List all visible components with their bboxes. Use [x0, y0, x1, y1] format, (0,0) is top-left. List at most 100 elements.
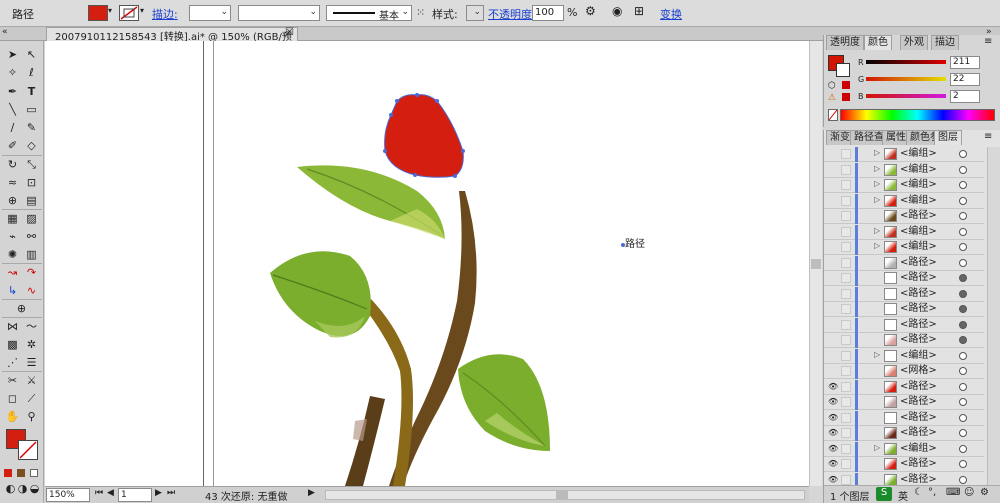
- stroke-label[interactable]: 描边:: [152, 6, 178, 22]
- moon-icon[interactable]: ☾: [914, 487, 923, 498]
- g-slider[interactable]: [866, 77, 946, 81]
- mesh-tool-icon[interactable]: ▩: [4, 337, 21, 352]
- expand-triangle-icon[interactable]: ▷: [874, 443, 880, 452]
- expand-triangle-icon[interactable]: ▷: [874, 148, 880, 157]
- layer-row[interactable]: <路径>: [824, 302, 984, 317]
- lock-toggle[interactable]: [841, 459, 851, 469]
- chevron-down-icon[interactable]: ▾: [140, 6, 144, 15]
- target-circle-icon[interactable]: [959, 227, 967, 236]
- opacity-input[interactable]: 100: [532, 5, 564, 21]
- blob-brush-tool-icon[interactable]: ✐: [4, 138, 21, 153]
- stroke-swatch[interactable]: [18, 440, 38, 460]
- layer-name[interactable]: <编组>: [900, 178, 937, 192]
- target-tool-icon[interactable]: ⊕: [13, 301, 30, 316]
- target-circle-icon[interactable]: [959, 150, 967, 158]
- b-slider[interactable]: [866, 94, 946, 98]
- layer-name[interactable]: <路径>: [900, 209, 937, 223]
- expand-triangle-icon[interactable]: ▷: [874, 350, 880, 359]
- layer-name[interactable]: <路径>: [900, 395, 937, 409]
- type-tool-icon[interactable]: T: [23, 84, 40, 99]
- lock-toggle[interactable]: [841, 164, 851, 175]
- target-circle-icon[interactable]: [959, 243, 967, 251]
- layer-row[interactable]: <路径>: [824, 209, 984, 224]
- b-value-input[interactable]: 2: [950, 90, 980, 103]
- style-icon[interactable]: ⁙: [416, 6, 425, 19]
- target-circle-icon[interactable]: [959, 289, 967, 298]
- lock-toggle[interactable]: [841, 180, 851, 190]
- align-icon[interactable]: ⊞: [634, 4, 644, 18]
- punctuation-icon[interactable]: °,: [928, 487, 936, 498]
- layer-row[interactable]: 👁 <路径>: [824, 426, 984, 441]
- visibility-eye-icon[interactable]: 👁: [828, 475, 838, 485]
- column-graph-tool-icon[interactable]: ▥: [23, 247, 40, 262]
- visibility-eye-icon[interactable]: [828, 320, 838, 330]
- layer-row[interactable]: ▷ <编组>: [824, 224, 984, 240]
- style-dropdown[interactable]: ⌄: [466, 5, 484, 21]
- keyboard-icon[interactable]: ⌨: [946, 487, 960, 498]
- tab-layers[interactable]: 图层: [934, 130, 962, 145]
- close-tab-icon[interactable]: ☒: [285, 27, 294, 38]
- twirl-tool-icon[interactable]: ✲: [23, 337, 40, 352]
- perspective-grid-tool-icon[interactable]: ▦: [4, 211, 21, 226]
- fill-color-swatch[interactable]: [88, 5, 108, 21]
- target-circle-icon[interactable]: [959, 274, 967, 282]
- visibility-eye-icon[interactable]: [828, 165, 838, 175]
- layer-row[interactable]: <路径>: [824, 333, 984, 348]
- tab-appearance[interactable]: 外观: [900, 35, 928, 50]
- layer-row[interactable]: ▷ <编组>: [824, 240, 984, 255]
- envelope-tool-icon[interactable]: ⋈: [4, 319, 21, 334]
- layer-row[interactable]: ▷ <编组>: [824, 147, 984, 162]
- ime-language[interactable]: 英: [898, 488, 908, 503]
- pen-tool-icon[interactable]: ✒: [4, 84, 21, 99]
- current-stroke-swatch[interactable]: [836, 63, 850, 77]
- visibility-eye-icon[interactable]: 👁: [828, 397, 838, 407]
- lock-toggle[interactable]: [841, 381, 851, 392]
- g-value-input[interactable]: 22: [950, 73, 980, 86]
- out-of-web-swatch[interactable]: [842, 81, 850, 89]
- collapse-arrows-icon[interactable]: «: [2, 27, 8, 37]
- vertical-scrollbar[interactable]: [809, 41, 822, 486]
- target-circle-icon[interactable]: [959, 336, 967, 344]
- live-paint-tool-icon[interactable]: ▤: [23, 193, 40, 208]
- layer-name[interactable]: <网格>: [900, 364, 937, 378]
- target-circle-icon[interactable]: [959, 475, 967, 484]
- direct-selection-tool-icon[interactable]: ↖: [23, 47, 40, 62]
- lock-toggle[interactable]: [841, 397, 851, 407]
- canvas-area[interactable]: 路径: [45, 41, 809, 486]
- pencil-tool-icon[interactable]: ✎: [23, 120, 40, 135]
- prev-page-icon[interactable]: ◀: [107, 488, 114, 498]
- lock-toggle[interactable]: [841, 195, 851, 206]
- layer-name[interactable]: <编组>: [900, 225, 937, 239]
- visibility-eye-icon[interactable]: [828, 211, 838, 221]
- target-circle-icon[interactable]: [959, 460, 967, 468]
- layer-row[interactable]: 👁 <路径>: [824, 457, 984, 472]
- target-circle-icon[interactable]: [959, 398, 967, 406]
- layer-name[interactable]: <路径>: [900, 256, 937, 270]
- none-mode-icon[interactable]: [30, 469, 38, 477]
- expand-triangle-icon[interactable]: ▷: [874, 195, 880, 204]
- lock-toggle[interactable]: [841, 350, 851, 361]
- lock-toggle[interactable]: [841, 412, 851, 423]
- layer-row[interactable]: <路径>: [824, 286, 984, 302]
- target-circle-icon[interactable]: [959, 444, 967, 453]
- layer-row[interactable]: ▷ <编组>: [824, 178, 984, 193]
- scroll-thumb[interactable]: [811, 259, 821, 269]
- free-transform-tool-icon[interactable]: ⊡: [23, 175, 40, 190]
- page-input[interactable]: 1: [118, 488, 152, 502]
- layer-name[interactable]: <路径>: [900, 426, 937, 440]
- expand-triangle-icon[interactable]: ▷: [874, 164, 880, 173]
- visibility-eye-icon[interactable]: [828, 227, 838, 237]
- scribble-tool-icon[interactable]: ⋰: [4, 355, 21, 370]
- visibility-eye-icon[interactable]: [828, 149, 838, 159]
- r-value-input[interactable]: 211: [950, 56, 980, 69]
- selection-tool-icon[interactable]: ➤: [4, 47, 21, 62]
- lock-toggle[interactable]: [841, 257, 851, 268]
- rotate-tool-icon[interactable]: ↻: [4, 157, 21, 172]
- variable-width-dropdown[interactable]: ⌄: [238, 5, 320, 21]
- measure-tool-icon[interactable]: ⟋: [23, 391, 40, 406]
- symbol-sprayer-tool-icon[interactable]: ✺: [4, 247, 21, 262]
- lock-toggle[interactable]: [841, 149, 851, 159]
- layer-name[interactable]: <路径>: [900, 333, 937, 347]
- target-circle-icon[interactable]: [959, 258, 967, 267]
- lock-toggle[interactable]: [841, 335, 851, 345]
